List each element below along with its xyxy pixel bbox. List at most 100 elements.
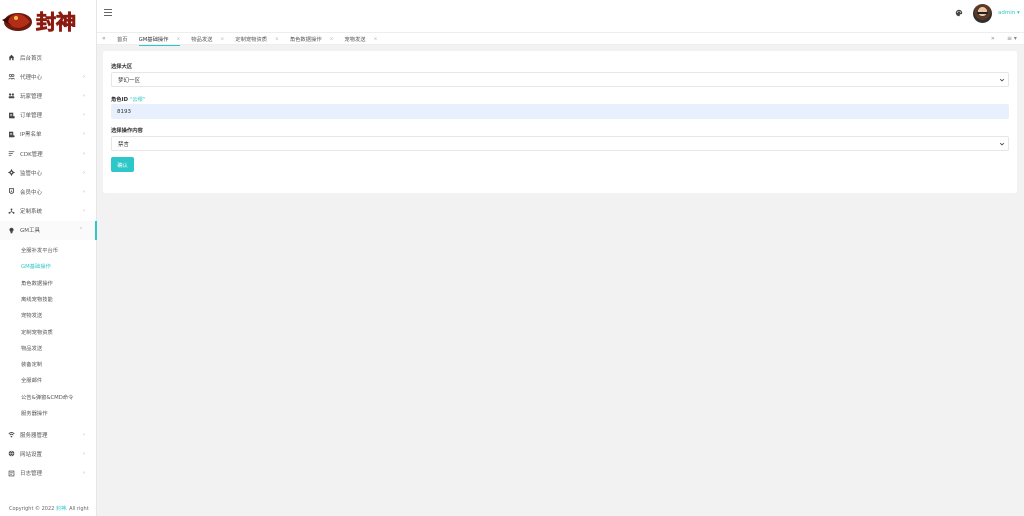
tab-pet-send[interactable]: 宠物发送 ×: [344, 33, 377, 45]
palette-icon[interactable]: [955, 9, 963, 17]
gm-tools-submenu: 全服补发平台币 GM基础操作 角色数据操作 离线宠物技能 宠物发送 定制宠物资质…: [0, 240, 97, 421]
submenu-item[interactable]: 定制宠物资质: [21, 323, 97, 339]
log-icon: [8, 470, 15, 477]
bulb-icon: [8, 227, 15, 234]
tab-label: 物品发送: [191, 37, 213, 43]
cdk-icon: [8, 150, 15, 157]
close-icon[interactable]: ×: [176, 37, 180, 42]
chevron-right-icon: ›: [83, 150, 85, 157]
home-icon: [8, 54, 15, 61]
sidebar-item-logs[interactable]: 日志管理 ›: [0, 464, 97, 483]
submenu-item[interactable]: 物品发送: [21, 340, 97, 356]
tab-label: 宠物发送: [344, 37, 366, 43]
sidebar: 封神 后台首页 代理中心 › 玩家管理 › 订单管理 › IP黑名单 › CDK…: [0, 0, 97, 516]
users-icon: [8, 92, 15, 99]
sidebar-item-label: 订单管理: [20, 113, 43, 120]
close-icon[interactable]: ×: [275, 37, 279, 42]
sidebar-item-label: GM工具: [20, 228, 41, 235]
sidebar-item-label: 日志管理: [20, 471, 43, 478]
tab-bar: « 首页 GM基础操作 × 物品发送 × 定制宠物资质 × 角色数据操作 × 宠物发送 ×…: [97, 32, 1024, 46]
chevron-up-icon: ⌃: [78, 227, 83, 234]
operation-select[interactable]: 禁言: [111, 136, 1009, 151]
submenu-item[interactable]: 离线宠物技能: [21, 291, 97, 307]
copyright-brand-link[interactable]: 封神: [56, 506, 66, 512]
role-name-note: "云缨": [129, 97, 146, 103]
tab-home[interactable]: 首页: [117, 33, 128, 45]
chevron-right-icon: ›: [83, 450, 85, 457]
chevron-right-icon: ›: [83, 131, 85, 138]
submenu-item[interactable]: 角色数据操作: [21, 274, 97, 290]
gm-basic-form-card: 选择大区 梦幻一区 角色ID "云缨" 8193 选择操作内容 禁言 确认: [103, 51, 1017, 193]
copyright: Copyright © 2022 封神. All right: [9, 505, 89, 512]
sidebar-item-custom-system[interactable]: 定制系统 ›: [0, 202, 97, 221]
submenu-item[interactable]: 宠物发送: [21, 307, 97, 323]
sidebar-item-orders[interactable]: 订单管理 ›: [0, 106, 97, 125]
tabs: 首页 GM基础操作 × 物品发送 × 定制宠物资质 × 角色数据操作 × 宠物发送 ×: [117, 33, 388, 46]
chevron-down-icon: [999, 142, 1005, 146]
confirm-button[interactable]: 确认: [111, 157, 134, 172]
tab-pet-aptitude[interactable]: 定制宠物资质 ×: [235, 33, 279, 45]
avatar[interactable]: [973, 4, 992, 23]
submenu-item[interactable]: 全服邮件: [21, 372, 97, 388]
sidebar-item-home[interactable]: 后台首页: [0, 48, 97, 67]
submenu-item-active[interactable]: GM基础操作: [21, 258, 97, 274]
sidebar-item-label: 会员中心: [20, 189, 43, 196]
sidebar-item-label: 后台首页: [20, 55, 43, 62]
sidebar-item-label: 玩家管理: [20, 93, 43, 100]
region-select-value: 梦幻一区: [118, 77, 141, 84]
tab-label: 定制宠物资质: [235, 37, 268, 43]
close-icon[interactable]: ×: [220, 37, 224, 42]
operation-label: 选择操作内容: [111, 128, 143, 134]
sidebar-item-cdk[interactable]: CDK管理 ›: [0, 144, 97, 163]
close-icon[interactable]: ×: [330, 37, 334, 42]
sidebar-item-ip-blacklist[interactable]: IP黑名单 ›: [0, 125, 97, 144]
order-icon: [8, 112, 15, 119]
menu-icon[interactable]: [104, 9, 112, 16]
member-icon: [8, 188, 15, 195]
sidebar-item-label: 服务器管理: [20, 432, 48, 439]
operation-select-value: 禁言: [118, 141, 130, 148]
sidebar-item-label: 监管中心: [20, 170, 43, 177]
sidebar-item-agents[interactable]: 代理中心 ›: [0, 67, 97, 86]
copyright-prefix: Copyright © 2022: [9, 506, 55, 512]
sidebar-item-label: IP黑名单: [20, 132, 42, 139]
tab-label: GM基础操作: [138, 37, 169, 43]
sidebar-item-label: 网站设置: [20, 451, 43, 458]
sidebar-item-players[interactable]: 玩家管理 ›: [0, 86, 97, 105]
role-label-text: 角色ID: [111, 97, 128, 103]
top-header: admin ▾: [97, 0, 1024, 32]
blacklist-icon: [8, 131, 15, 138]
user-menu[interactable]: admin ▾: [998, 10, 1020, 16]
logo-text: 封神: [36, 10, 76, 34]
sidebar-item-site-settings[interactable]: 网站设置 ›: [0, 444, 97, 463]
region-select[interactable]: 梦幻一区: [111, 72, 1009, 87]
custom-icon: [8, 208, 15, 215]
tab-gm-basic[interactable]: GM基础操作 ×: [138, 33, 180, 46]
copyright-suffix: . All right: [65, 506, 89, 512]
sidebar-item-gm-tools[interactable]: GM工具 ⌃: [0, 220, 97, 240]
tab-options-icon[interactable]: ≡ ▾: [1007, 35, 1017, 42]
tab-label: 首页: [117, 37, 128, 43]
submenu-item[interactable]: 装备定制: [21, 356, 97, 372]
region-label: 选择大区: [111, 64, 133, 70]
tab-item-send[interactable]: 物品发送 ×: [191, 33, 224, 45]
gear-icon: [8, 169, 15, 176]
chevron-right-icon: ›: [83, 92, 85, 99]
submenu-item[interactable]: 服务器操作: [21, 405, 97, 421]
submenu-item[interactable]: 公告&弹窗&CMD命令: [21, 389, 97, 405]
chevron-down-icon: [999, 78, 1005, 82]
chevron-right-icon: ›: [83, 188, 85, 195]
tab-scroll-right-icon[interactable]: »: [991, 35, 995, 42]
role-id-input[interactable]: 8193: [111, 104, 1009, 119]
close-icon[interactable]: ×: [374, 37, 378, 42]
chevron-right-icon: ›: [83, 470, 85, 477]
sidebar-item-members[interactable]: 会员中心 ›: [0, 182, 97, 201]
tab-scroll-left-icon[interactable]: «: [102, 35, 106, 42]
tab-label: 角色数据操作: [289, 37, 322, 43]
tab-role-data[interactable]: 角色数据操作 ×: [290, 33, 334, 45]
logo[interactable]: 封神: [0, 0, 97, 44]
submenu-item[interactable]: 全服补发平台币: [21, 242, 97, 258]
chevron-right-icon: ›: [83, 431, 85, 438]
sidebar-item-supervision[interactable]: 监管中心 ›: [0, 163, 97, 182]
sidebar-item-server-management[interactable]: 服务器管理 ›: [0, 425, 97, 444]
